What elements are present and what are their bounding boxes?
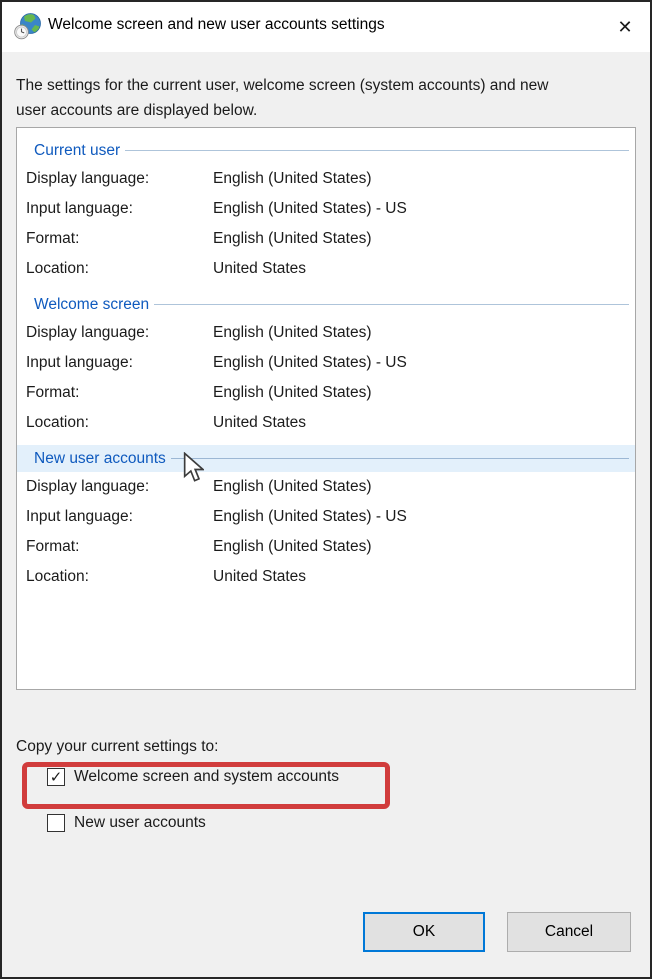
ok-button[interactable]: OK: [363, 912, 485, 952]
setting-label: Input language:: [17, 200, 213, 218]
setting-label: Input language:: [17, 354, 213, 372]
checkbox-label[interactable]: New user accounts: [74, 814, 206, 832]
setting-label: Input language:: [17, 508, 213, 526]
window-title: Welcome screen and new user accounts set…: [48, 16, 385, 34]
title-bar[interactable]: Welcome screen and new user accounts set…: [2, 2, 650, 52]
setting-value: English (United States) - US: [213, 200, 635, 218]
section-title: New user accounts: [17, 450, 166, 468]
setting-row: Location: United States: [17, 562, 635, 592]
setting-row: Location: United States: [17, 254, 635, 284]
setting-value: United States: [213, 260, 635, 278]
setting-row: Location: United States: [17, 408, 635, 438]
section-new-user-accounts: New user accounts Display language: Engl…: [17, 445, 635, 592]
setting-label: Location:: [17, 260, 213, 278]
setting-label: Format:: [17, 230, 213, 248]
checkbox-new-user-accounts[interactable]: New user accounts: [47, 814, 206, 832]
checkbox-checked[interactable]: ✓: [47, 768, 65, 786]
dialog-window: Welcome screen and new user accounts set…: [0, 0, 652, 979]
section-header-welcome-screen: Welcome screen: [17, 291, 635, 318]
checkbox-label[interactable]: Welcome screen and system accounts: [74, 768, 339, 786]
setting-value: English (United States): [213, 538, 635, 556]
setting-value: United States: [213, 568, 635, 586]
region-globe-clock-icon: [14, 12, 42, 40]
cancel-button[interactable]: Cancel: [507, 912, 631, 952]
setting-row: Format: English (United States): [17, 224, 635, 254]
setting-value: English (United States): [213, 170, 635, 188]
setting-value: English (United States) - US: [213, 508, 635, 526]
section-divider-line: [154, 304, 629, 305]
setting-label: Display language:: [17, 324, 213, 342]
setting-value: English (United States): [213, 324, 635, 342]
setting-row: Input language: English (United States) …: [17, 348, 635, 378]
setting-row: Display language: English (United States…: [17, 318, 635, 348]
section-divider-line: [171, 458, 629, 459]
description-line-1: The settings for the current user, welco…: [16, 73, 636, 98]
section-title: Welcome screen: [17, 296, 149, 314]
close-icon[interactable]: ✕: [608, 10, 642, 44]
setting-row: Format: English (United States): [17, 532, 635, 562]
setting-value: English (United States): [213, 384, 635, 402]
setting-row: Input language: English (United States) …: [17, 194, 635, 224]
section-current-user: Current user Display language: English (…: [17, 137, 635, 284]
setting-label: Display language:: [17, 170, 213, 188]
checkmark-icon: ✓: [50, 770, 63, 785]
setting-value: English (United States) - US: [213, 354, 635, 372]
setting-row: Input language: English (United States) …: [17, 502, 635, 532]
section-title: Current user: [17, 142, 120, 160]
checkbox-unchecked[interactable]: [47, 814, 65, 832]
checkbox-welcome-screen-system-accounts[interactable]: ✓ Welcome screen and system accounts: [47, 768, 339, 786]
section-welcome-screen: Welcome screen Display language: English…: [17, 291, 635, 438]
setting-label: Format:: [17, 538, 213, 556]
setting-value: United States: [213, 414, 635, 432]
setting-row: Display language: English (United States…: [17, 164, 635, 194]
setting-row: Format: English (United States): [17, 378, 635, 408]
section-divider-line: [125, 150, 629, 151]
setting-row: Display language: English (United States…: [17, 472, 635, 502]
setting-value: English (United States): [213, 230, 635, 248]
setting-label: Display language:: [17, 478, 213, 496]
setting-value: English (United States): [213, 478, 635, 496]
description-line-2: user accounts are displayed below.: [16, 98, 636, 123]
setting-label: Format:: [17, 384, 213, 402]
setting-label: Location:: [17, 414, 213, 432]
setting-label: Location:: [17, 568, 213, 586]
section-header-new-user-accounts: New user accounts: [17, 445, 635, 472]
dialog-description: The settings for the current user, welco…: [16, 73, 636, 123]
settings-panel: Current user Display language: English (…: [16, 127, 636, 690]
copy-settings-heading: Copy your current settings to:: [16, 738, 218, 756]
section-header-current-user: Current user: [17, 137, 635, 164]
